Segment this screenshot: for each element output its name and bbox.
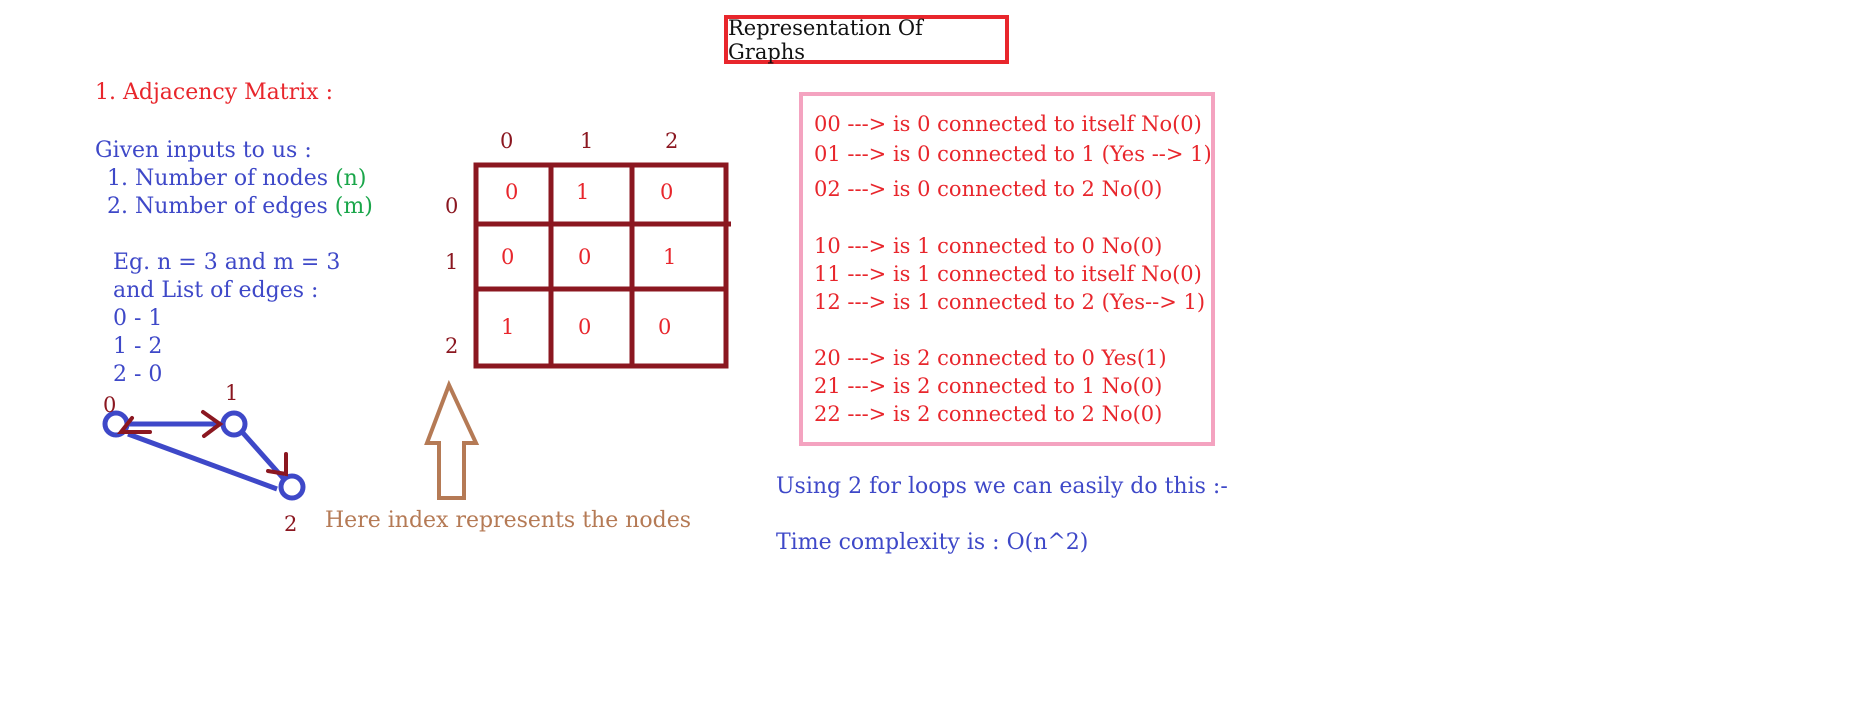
graph-node-1 [220, 410, 248, 438]
matrix-row-header: 2 [445, 334, 459, 358]
complexity-note: Time complexity is : O(n^2) [776, 530, 1089, 555]
matrix-cell: 1 [501, 315, 515, 339]
rule-line: 10 ---> is 1 connected to 0 No(0) [814, 234, 1163, 258]
graph-node-label: 2 [284, 512, 298, 536]
matrix-col-header: 0 [500, 129, 514, 153]
rule-line: 22 ---> is 2 connected to 2 No(0) [814, 402, 1163, 426]
matrix-row-header: 0 [445, 194, 459, 218]
matrix-cell: 0 [578, 245, 592, 269]
matrix-cell: 1 [663, 245, 677, 269]
matrix-cell: 1 [576, 180, 590, 204]
graph-node-2 [278, 473, 306, 501]
matrix-cell: 0 [505, 180, 519, 204]
matrix-cell: 0 [658, 315, 672, 339]
graph-edge-2-0 [127, 431, 278, 492]
index-note: Here index represents the nodes [325, 508, 692, 533]
rule-line: 02 ---> is 0 connected to 2 No(0) [814, 177, 1163, 201]
rule-line: 12 ---> is 1 connected to 2 (Yes--> 1) [814, 290, 1206, 314]
loops-note: Using 2 for loops we can easily do this … [776, 474, 1228, 499]
rule-line: 01 ---> is 0 connected to 1 (Yes --> 1) [814, 142, 1212, 166]
matrix-col-header: 1 [580, 129, 594, 153]
up-arrow [424, 379, 480, 500]
rule-line: 11 ---> is 1 connected to itself No(0) [814, 262, 1202, 286]
matrix-col-header: 2 [665, 129, 679, 153]
rule-line: 21 ---> is 2 connected to 1 No(0) [814, 374, 1163, 398]
matrix-row-header: 1 [445, 250, 459, 274]
matrix-cell: 0 [660, 180, 674, 204]
graph-node-label: 0 [103, 393, 117, 417]
graph-node-label: 1 [225, 381, 239, 405]
rule-line: 20 ---> is 2 connected to 0 Yes(1) [814, 346, 1167, 370]
matrix-cell: 0 [501, 245, 515, 269]
rule-line: 00 ---> is 0 connected to itself No(0) [814, 112, 1202, 136]
matrix-cell: 0 [578, 315, 592, 339]
